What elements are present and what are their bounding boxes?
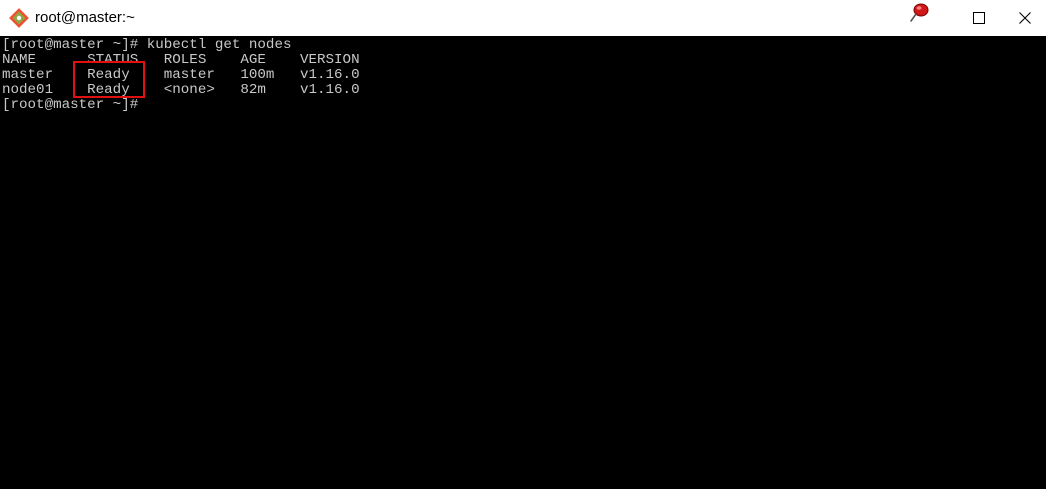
table-header: NAME STATUS ROLES AGE VERSION xyxy=(2,52,360,68)
terminal-output[interactable]: [root@master ~]# kubectl get nodes NAME … xyxy=(0,36,1046,489)
table-row: master Ready master 100m v1.16.0 xyxy=(2,67,360,83)
window-title: root@master:~ xyxy=(35,9,135,26)
terminal-window: root@master:~ [root@master ~]# kubectl g… xyxy=(0,0,1046,489)
close-button[interactable] xyxy=(1004,0,1046,36)
prompt-line: [root@master ~]# xyxy=(2,97,139,113)
git-icon xyxy=(9,8,29,28)
red-pushpin-icon[interactable] xyxy=(905,2,931,26)
maximize-icon xyxy=(973,12,985,24)
title-bar[interactable]: root@master:~ xyxy=(0,0,1046,36)
command-line: [root@master ~]# kubectl get nodes xyxy=(2,37,292,53)
table-row: node01 Ready <none> 82m v1.16.0 xyxy=(2,82,360,98)
close-icon xyxy=(1019,12,1031,24)
maximize-button[interactable] xyxy=(956,0,1002,36)
